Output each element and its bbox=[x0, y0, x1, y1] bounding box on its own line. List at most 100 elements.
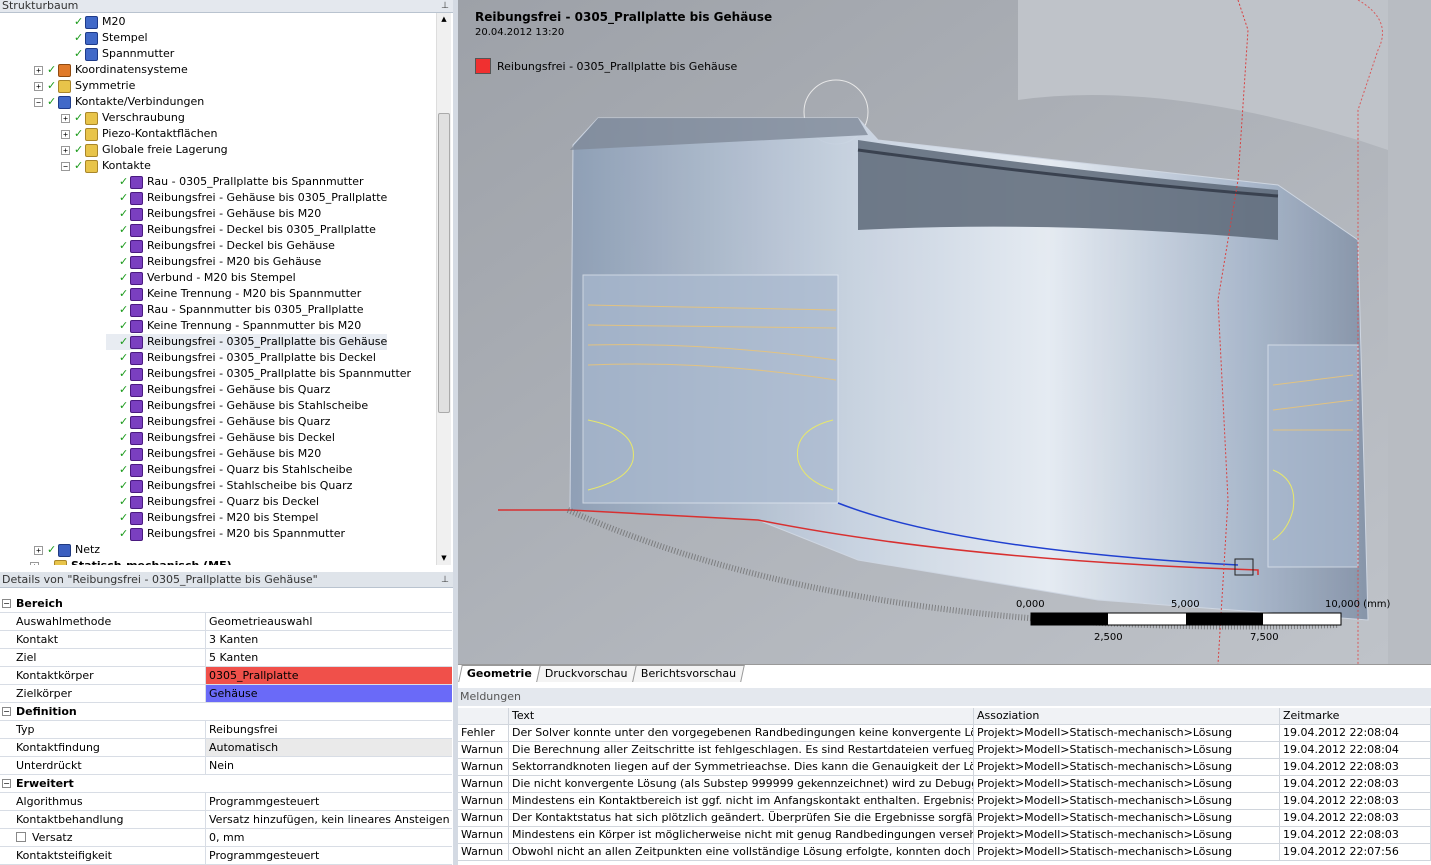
versatz-checkbox[interactable] bbox=[16, 832, 26, 842]
details-value[interactable]: Reibungsfrei bbox=[206, 721, 452, 738]
message-row[interactable]: Warnun Die nicht konvergente Lösung (als … bbox=[458, 776, 1431, 793]
details-section: − Definition bbox=[0, 703, 452, 721]
scroll-up-icon[interactable]: ▲ bbox=[437, 13, 451, 26]
tree-item[interactable]: + ✓ Verschraubung bbox=[61, 110, 185, 126]
tree-item[interactable]: ✓ Stempel bbox=[61, 30, 148, 46]
tree-item[interactable]: + ✓ Globale freie Lagerung bbox=[61, 142, 228, 158]
expand-icon[interactable]: + bbox=[34, 81, 43, 91]
messages-table[interactable]: Text Assoziation Zeitmarke Fehler Der Solver… bbox=[458, 708, 1431, 861]
tab-geometrie[interactable]: Geometrie bbox=[458, 665, 541, 682]
tree-item[interactable]: ✓ Verbund - M20 bis Stempel bbox=[106, 270, 296, 286]
message-row[interactable]: Warnun Sektorrandknoten liegen auf der Sy… bbox=[458, 759, 1431, 776]
message-row[interactable]: Warnun Mindestens ein Körper ist mögliche… bbox=[458, 827, 1431, 844]
details-value[interactable]: Gehäuse bbox=[206, 685, 452, 702]
tree-item[interactable]: ✓ Reibungsfrei - Quarz bis Stahlscheibe bbox=[106, 462, 352, 478]
details-row[interactable]: Zielkörper Gehäuse bbox=[0, 685, 452, 703]
details-value[interactable]: Versatz hinzufügen, kein lineares Anstei… bbox=[206, 811, 452, 828]
details-value[interactable]: Programmgesteuert bbox=[206, 847, 452, 864]
expand-icon[interactable]: + bbox=[61, 145, 70, 155]
tree-item[interactable]: ✓ Reibungsfrei - Deckel bis Gehäuse bbox=[106, 238, 335, 254]
details-row[interactable]: Kontaktsteifigkeit Programmgesteuert bbox=[0, 847, 452, 865]
expand-icon[interactable]: + bbox=[34, 65, 43, 75]
tree-item[interactable]: − ✓ Kontakte/Verbindungen bbox=[34, 94, 204, 110]
collapse-icon[interactable]: − bbox=[61, 161, 70, 171]
tree-item[interactable]: ✓ Reibungsfrei - Gehäuse bis Quarz bbox=[106, 382, 330, 398]
collapse-icon[interactable]: − bbox=[2, 599, 11, 608]
tree-item[interactable]: + ✓ Koordinatensysteme bbox=[34, 62, 188, 78]
tree-item[interactable]: ✓ Reibungsfrei - M20 bis Spannmutter bbox=[106, 526, 345, 542]
details-value[interactable]: 5 Kanten bbox=[206, 649, 452, 666]
column-header[interactable]: Zeitmarke bbox=[1280, 708, 1431, 724]
column-header[interactable]: Assoziation bbox=[974, 708, 1280, 724]
details-value[interactable]: 0305_Prallplatte bbox=[206, 667, 452, 684]
expand-icon[interactable]: + bbox=[34, 545, 43, 555]
tree-item[interactable]: ✓ Keine Trennung - M20 bis Spannmutter bbox=[106, 286, 361, 302]
details-row[interactable]: Typ Reibungsfrei bbox=[0, 721, 452, 739]
pin-icon[interactable]: ⊥ bbox=[441, 572, 449, 587]
details-row[interactable]: Algorithmus Programmgesteuert bbox=[0, 793, 452, 811]
details-row[interactable]: Versatz 0, mm bbox=[0, 829, 452, 847]
message-row[interactable]: Warnun Obwohl nicht an allen Zeitpunkten … bbox=[458, 844, 1431, 861]
tree-item[interactable]: ✓ Rau - 0305_Prallplatte bis Spannmutter bbox=[106, 174, 364, 190]
graphics-viewport[interactable]: Reibungsfrei - 0305_Prallplatte bis Gehä… bbox=[458, 0, 1431, 664]
tree-item[interactable]: ✓ Keine Trennung - Spannmutter bis M20 bbox=[106, 318, 361, 334]
tree-item[interactable]: ✓ Reibungsfrei - 0305_Prallplatte bis Geh… bbox=[106, 334, 388, 350]
details-value[interactable]: 0, mm bbox=[206, 829, 452, 846]
details-value[interactable]: 3 Kanten bbox=[206, 631, 452, 648]
tab-berichtsvorschau[interactable]: Berichtsvorschau bbox=[631, 665, 745, 682]
expand-icon[interactable]: + bbox=[61, 113, 70, 123]
tree-item[interactable]: ✓ Reibungsfrei - Gehäuse bis Quarz bbox=[106, 414, 330, 430]
tree-item[interactable]: ✓ Reibungsfrei - Gehäuse bis M20 bbox=[106, 446, 321, 462]
details-value[interactable]: Automatisch bbox=[206, 739, 452, 756]
tree-item[interactable]: + ✓ Symmetrie bbox=[34, 78, 135, 94]
details-row[interactable]: Kontaktbehandlung Versatz hinzufügen, kei… bbox=[0, 811, 452, 829]
tree-item[interactable]: ✓ Rau - Spannmutter bis 0305_Prallplatte bbox=[106, 302, 364, 318]
tree-item[interactable]: ✓ Reibungsfrei - M20 bis Gehäuse bbox=[106, 254, 321, 270]
details-row[interactable]: Auswahlmethode Geometrieauswahl bbox=[0, 613, 452, 631]
tree-item-label: Koordinatensysteme bbox=[75, 63, 188, 76]
details-row[interactable]: Unterdrückt Nein bbox=[0, 757, 452, 775]
scrollbar-thumb[interactable] bbox=[438, 113, 450, 413]
tree-item[interactable]: ✓ Reibungsfrei - Gehäuse bis Stahlscheibe bbox=[106, 398, 368, 414]
collapse-icon[interactable]: − bbox=[34, 97, 43, 107]
message-association: Projekt>Modell>Statisch-mechanisch>Lösun… bbox=[974, 776, 1280, 792]
expand-icon[interactable]: + bbox=[61, 129, 70, 139]
tree-item[interactable]: ✓ Reibungsfrei - Gehäuse bis M20 bbox=[106, 206, 321, 222]
tree-item[interactable]: ✓ Reibungsfrei - Deckel bis 0305_Prallpla… bbox=[106, 222, 376, 238]
tree-item[interactable]: ✓ Reibungsfrei - 0305_Prallplatte bis Dec… bbox=[106, 350, 376, 366]
tree-item[interactable]: + ✓ Piezo-Kontaktflächen bbox=[61, 126, 217, 142]
column-header[interactable] bbox=[458, 708, 509, 724]
column-header[interactable]: Text bbox=[509, 708, 974, 724]
details-row[interactable]: Kontakt 3 Kanten bbox=[0, 631, 452, 649]
message-row[interactable]: Warnun Der Kontaktstatus hat sich plötzli… bbox=[458, 810, 1431, 827]
tree-item[interactable]: ✓ M20 bbox=[61, 14, 126, 30]
scroll-down-icon[interactable]: ▼ bbox=[437, 552, 451, 565]
details-value[interactable]: Geometrieauswahl bbox=[206, 613, 452, 630]
tree-item[interactable]: ✓ Reibungsfrei - Gehäuse bis Deckel bbox=[106, 430, 335, 446]
expand-icon[interactable]: + bbox=[30, 561, 39, 565]
tree-scrollbar[interactable]: ▲ ▼ bbox=[436, 13, 451, 565]
tab-druckvorschau[interactable]: Druckvorschau bbox=[536, 665, 637, 682]
details-row[interactable]: Kontaktfindung Automatisch bbox=[0, 739, 452, 757]
tree-item[interactable]: ✓ Reibungsfrei - Quarz bis Deckel bbox=[106, 494, 319, 510]
details-value[interactable]: Nein bbox=[206, 757, 452, 774]
tree-item[interactable]: ✓ Reibungsfrei - 0305_Prallplatte bis Spa… bbox=[106, 366, 411, 382]
details-row[interactable]: Ziel 5 Kanten bbox=[0, 649, 452, 667]
tree-item[interactable]: ✓ Reibungsfrei - Gehäuse bis 0305_Prallpl… bbox=[106, 190, 387, 206]
collapse-icon[interactable]: − bbox=[2, 707, 11, 716]
tree-item[interactable]: + ✓ Netz bbox=[34, 542, 100, 558]
tree-item[interactable]: ✓ Spannmutter bbox=[61, 46, 174, 62]
details-row[interactable]: Kontaktkörper 0305_Prallplatte bbox=[0, 667, 452, 685]
tree-view[interactable]: ✓ M20 ✓ Stempel ✓ Spannmutter + ✓ Koordinatensys… bbox=[0, 13, 453, 565]
tree-item[interactable]: + Statisch-mechanisch (ME) bbox=[30, 558, 232, 565]
tree-item[interactable]: ✓ Reibungsfrei - M20 bis Stempel bbox=[106, 510, 318, 526]
pin-icon[interactable]: ⊥ bbox=[441, 0, 449, 12]
message-row[interactable]: Fehler Der Solver konnte unter den vorgeg… bbox=[458, 725, 1431, 742]
message-row[interactable]: Warnun Die Berechnung aller Zeitschritte … bbox=[458, 742, 1431, 759]
collapse-icon[interactable]: − bbox=[2, 779, 11, 788]
model-view-svg[interactable] bbox=[458, 0, 1431, 664]
details-value[interactable]: Programmgesteuert bbox=[206, 793, 452, 810]
tree-item[interactable]: ✓ Reibungsfrei - Stahlscheibe bis Quarz bbox=[106, 478, 352, 494]
message-row[interactable]: Warnun Mindestens ein Kontaktbereich ist … bbox=[458, 793, 1431, 810]
tree-item[interactable]: − ✓ Kontakte bbox=[61, 158, 151, 174]
